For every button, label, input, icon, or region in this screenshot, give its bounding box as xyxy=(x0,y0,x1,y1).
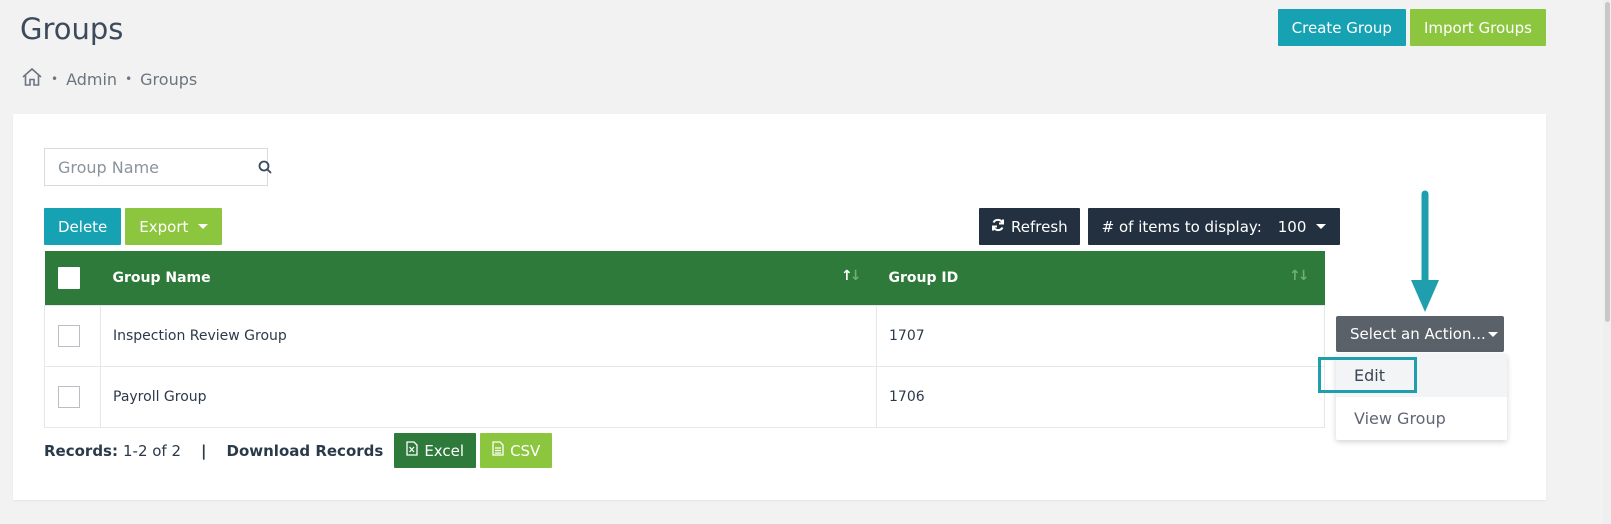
table-header-row: Group Name ↑↓ Group ID ↑↓ xyxy=(44,251,1325,305)
select-action-dropdown[interactable]: Select an Action... xyxy=(1336,316,1504,352)
column-header-label: Group ID xyxy=(888,269,959,286)
chevron-down-icon xyxy=(198,224,209,229)
groups-table: Group Name ↑↓ Group ID ↑↓ Inspection Rev… xyxy=(44,251,1325,428)
home-icon[interactable] xyxy=(21,67,43,91)
refresh-icon xyxy=(991,218,1005,236)
arrow-down-icon xyxy=(1411,190,1439,312)
delete-label: Delete xyxy=(58,217,108,236)
export-button[interactable]: Export xyxy=(125,208,223,245)
table-footer: Records: 1-2 of 2 | Download Records Exc… xyxy=(44,433,553,468)
column-header-group-name[interactable]: Group Name ↑↓ xyxy=(101,251,877,305)
row-checkbox-cell xyxy=(44,304,101,367)
csv-download-button[interactable]: CSV xyxy=(480,433,553,468)
refresh-label: Refresh xyxy=(1011,217,1068,236)
import-groups-button[interactable]: Import Groups xyxy=(1409,9,1546,46)
divider: | xyxy=(201,441,207,460)
records-label: Records: xyxy=(44,441,118,460)
breadcrumb-separator: • xyxy=(125,72,133,86)
excel-download-button[interactable]: Excel xyxy=(394,433,477,468)
items-per-page-value: 100 xyxy=(1277,217,1307,236)
groups-card: Delete Export Refresh # of items to disp… xyxy=(13,114,1546,500)
row-checkbox-cell xyxy=(44,365,101,428)
menu-item-edit[interactable]: Edit xyxy=(1336,354,1507,397)
search-input[interactable] xyxy=(45,149,258,185)
breadcrumb-separator: • xyxy=(51,72,59,86)
search-icon[interactable] xyxy=(258,160,272,174)
column-header-group-id[interactable]: Group ID ↑↓ xyxy=(877,251,1325,305)
menu-item-view-group[interactable]: View Group xyxy=(1336,397,1507,440)
column-header-label: Group Name xyxy=(112,269,211,286)
delete-button[interactable]: Delete xyxy=(44,208,122,245)
sort-icon[interactable]: ↑↓ xyxy=(841,268,861,284)
toolbar-right: Refresh # of items to display: 100 xyxy=(979,208,1341,245)
group-id-cell: 1707 xyxy=(876,304,1325,367)
records-count: 1-2 of 2 xyxy=(122,441,182,460)
breadcrumb: • Admin • Groups xyxy=(21,67,197,91)
row-checkbox[interactable] xyxy=(58,324,80,347)
table-row: Payroll Group 1706 xyxy=(44,365,1325,428)
items-per-page-label: # of items to display: xyxy=(1101,217,1262,236)
group-name-cell: Inspection Review Group xyxy=(100,304,877,367)
table-row: Inspection Review Group 1707 xyxy=(44,304,1325,367)
excel-label: Excel xyxy=(424,441,465,460)
toolbar-left: Delete Export xyxy=(44,208,223,245)
excel-file-icon xyxy=(406,441,418,460)
chevron-down-icon xyxy=(1487,331,1498,337)
csv-file-icon xyxy=(492,441,504,460)
row-checkbox[interactable] xyxy=(58,385,80,408)
group-name-cell: Payroll Group xyxy=(100,365,877,428)
select-action-label: Select an Action... xyxy=(1350,325,1486,343)
refresh-button[interactable]: Refresh xyxy=(979,208,1080,245)
breadcrumb-item-groups[interactable]: Groups xyxy=(140,70,197,89)
export-label: Export xyxy=(139,217,189,236)
scrollbar[interactable] xyxy=(1603,0,1611,524)
group-id-cell: 1706 xyxy=(876,365,1325,428)
header-actions: Create Group Import Groups xyxy=(1277,9,1546,46)
items-per-page-dropdown[interactable]: # of items to display: 100 xyxy=(1087,208,1341,245)
select-all-checkbox[interactable] xyxy=(57,266,80,289)
action-dropdown-menu: Edit View Group xyxy=(1336,354,1507,440)
sort-icon[interactable]: ↑↓ xyxy=(1289,268,1310,284)
chevron-down-icon xyxy=(1316,224,1327,229)
select-all-cell xyxy=(45,251,101,305)
csv-label: CSV xyxy=(510,441,541,460)
breadcrumb-item-admin[interactable]: Admin xyxy=(66,70,117,89)
scrollbar-thumb[interactable] xyxy=(1605,2,1610,322)
search-box xyxy=(44,148,272,186)
create-group-button[interactable]: Create Group xyxy=(1277,9,1406,46)
download-records-label: Download Records xyxy=(226,441,384,460)
page-title: Groups xyxy=(20,12,124,46)
